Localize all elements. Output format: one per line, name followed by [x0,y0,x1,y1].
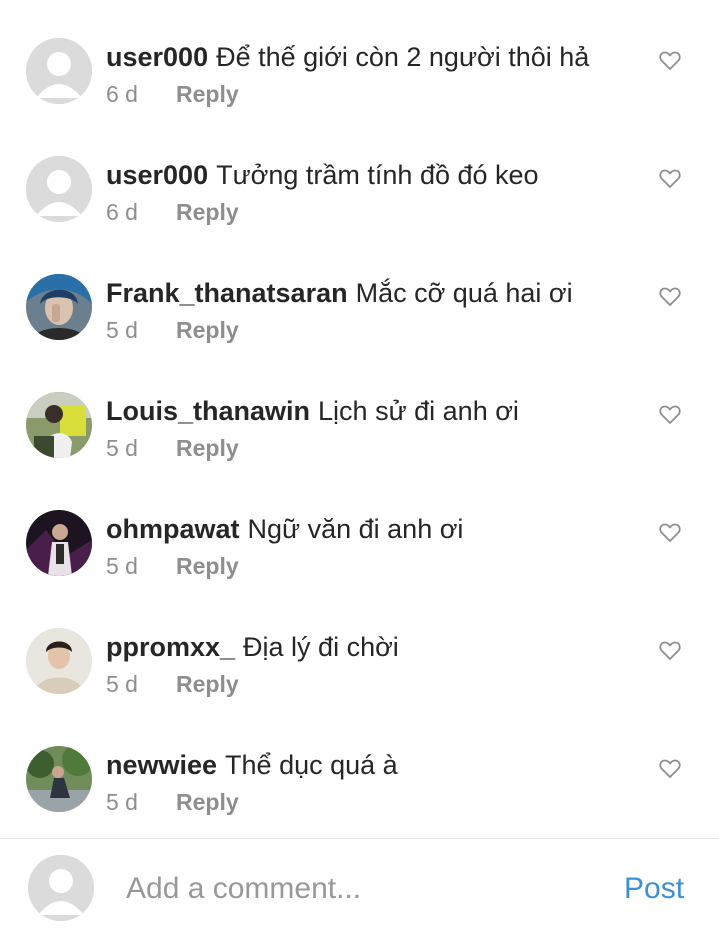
comment-username[interactable]: user000 [106,42,208,72]
comment-time: 5 d [106,317,138,343]
comment-body: Louis_thanawin Lịch sử đi anh ơi 5 d Reply [106,392,646,466]
comment-meta: 6 d Reply [106,78,646,112]
comment-username[interactable]: user000 [106,160,208,190]
profile-photo-icon [26,274,92,340]
comment-text: Frank_thanatsaran Mắc cỡ quá hai ơi [106,276,646,310]
comment-message: Ngữ văn đi anh ơi [247,514,464,544]
comment-input[interactable] [126,867,596,911]
reply-button[interactable]: Reply [176,435,239,461]
post-button[interactable]: Post [624,869,684,909]
comment-item: user000 Để thế giới còn 2 người thôi hả 6… [0,38,719,156]
comment-text: ppromxx_ Địa lý đi chời [106,630,646,664]
reply-button[interactable]: Reply [176,671,239,697]
avatar[interactable] [26,746,92,812]
comment-message: Tưởng trầm tính đồ đó keo [216,160,539,190]
avatar[interactable] [26,38,92,104]
comment-meta: 5 d Reply [106,550,646,584]
profile-photo-icon [26,510,92,576]
default-avatar-icon [28,855,94,921]
comment-username[interactable]: ppromxx_ [106,632,235,662]
comment-time: 5 d [106,435,138,461]
comment-meta: 5 d Reply [106,432,646,466]
comment-meta: 5 d Reply [106,668,646,702]
avatar[interactable] [26,392,92,458]
comment-time: 5 d [106,553,138,579]
comment-item: ohmpawat Ngữ văn đi anh ơi 5 d Reply [0,510,719,628]
heart-icon[interactable] [658,402,682,426]
reply-button[interactable]: Reply [176,553,239,579]
comment-message: Lịch sử đi anh ơi [318,396,519,426]
default-avatar-icon [26,156,92,222]
comment-body: newwiee Thể dục quá à 5 d Reply [106,746,646,820]
comment-text: Louis_thanawin Lịch sử đi anh ơi [106,394,646,428]
comment-meta: 5 d Reply [106,786,646,820]
comment-message: Địa lý đi chời [243,632,399,662]
reply-button[interactable]: Reply [176,199,239,225]
comment-username[interactable]: Louis_thanawin [106,396,310,426]
comment-text: ohmpawat Ngữ văn đi anh ơi [106,512,646,546]
comment-text: user000 Tưởng trầm tính đồ đó keo [106,158,646,192]
heart-icon[interactable] [658,48,682,72]
profile-photo-icon [26,392,92,458]
heart-icon[interactable] [658,638,682,662]
default-avatar-icon [26,38,92,104]
heart-icon[interactable] [658,520,682,544]
heart-icon[interactable] [658,166,682,190]
current-user-avatar[interactable] [28,855,94,921]
comment-message: Thể dục quá à [225,750,398,780]
comment-body: user000 Tưởng trầm tính đồ đó keo 6 d Repl… [106,156,646,230]
heart-icon[interactable] [658,284,682,308]
comment-item: Louis_thanawin Lịch sử đi anh ơi 5 d Reply [0,392,719,510]
comment-text: user000 Để thế giới còn 2 người thôi hả [106,40,646,74]
comment-body: ppromxx_ Địa lý đi chời 5 d Reply [106,628,646,702]
reply-button[interactable]: Reply [176,317,239,343]
avatar[interactable] [26,510,92,576]
comment-username[interactable]: newwiee [106,750,217,780]
comment-time: 5 d [106,671,138,697]
comment-message: Mắc cỡ quá hai ơi [355,278,573,308]
reply-button[interactable]: Reply [176,81,239,107]
comment-meta: 6 d Reply [106,196,646,230]
comment-username[interactable]: Frank_thanatsaran [106,278,348,308]
comment-item: user000 Tưởng trầm tính đồ đó keo 6 d Repl… [0,156,719,274]
profile-photo-icon [26,628,92,694]
comment-time: 6 d [106,81,138,107]
comment-item: Frank_thanatsaran Mắc cỡ quá hai ơi 5 d Re… [0,274,719,392]
avatar[interactable] [26,628,92,694]
avatar[interactable] [26,274,92,340]
reply-button[interactable]: Reply [176,789,239,815]
comment-time: 5 d [106,789,138,815]
comment-message: Để thế giới còn 2 người thôi hả [216,42,590,72]
profile-photo-icon [26,746,92,812]
avatar[interactable] [26,156,92,222]
comment-composer: Post [0,838,719,937]
comment-body: Frank_thanatsaran Mắc cỡ quá hai ơi 5 d Re… [106,274,646,348]
comment-body: ohmpawat Ngữ văn đi anh ơi 5 d Reply [106,510,646,584]
comment-username[interactable]: ohmpawat [106,514,240,544]
heart-icon[interactable] [658,756,682,780]
comment-time: 6 d [106,199,138,225]
comment-item: ppromxx_ Địa lý đi chời 5 d Reply [0,628,719,746]
comment-meta: 5 d Reply [106,314,646,348]
comment-text: newwiee Thể dục quá à [106,748,646,782]
comment-body: user000 Để thế giới còn 2 người thôi hả 6… [106,38,646,112]
